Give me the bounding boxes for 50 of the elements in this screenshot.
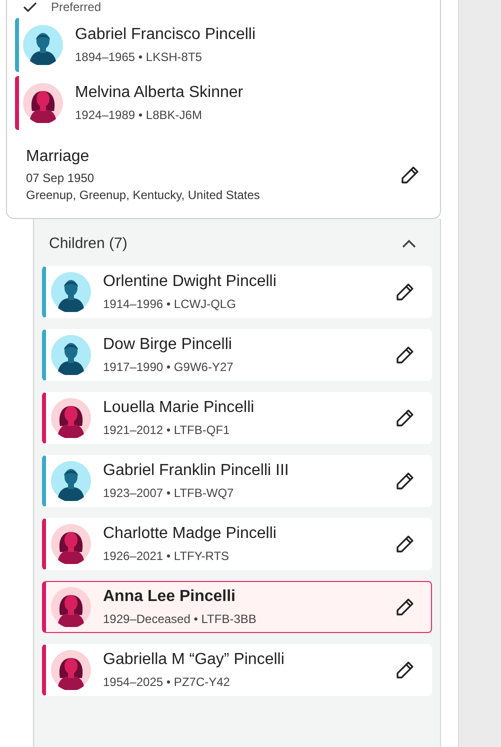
avatar-icon [51, 335, 91, 375]
pencil-icon [395, 660, 415, 680]
person-details: 1914–1996 • LCWJ-QLG [103, 297, 237, 311]
person-name: Anna Lee Pincelli [103, 588, 236, 606]
parent-row[interactable]: Gabriel Francisco Pincelli 1894–1965 • LKSH-8T5 [15, 18, 440, 72]
avatar-icon [51, 587, 91, 627]
avatar-icon [51, 524, 91, 564]
child-row[interactable]: Charlotte Madge Pincelli 1926–2021 • LTFY-RTS [42, 518, 432, 570]
person-name: Louella Marie Pincelli [103, 399, 256, 417]
person-details: 1924–1989 • L8BK-J6M [75, 108, 203, 122]
marriage-date: 07 Sep 1950 [26, 171, 96, 185]
pencil-icon [395, 597, 415, 617]
avatar-icon [51, 398, 91, 438]
person-details: 1923–2007 • LTFB-WQ7 [103, 486, 235, 500]
avatar-icon [23, 25, 63, 65]
person-details: 1917–1990 • G9W6-Y27 [103, 360, 234, 374]
person-name: Melvina Alberta Skinner [75, 84, 244, 102]
child-row[interactable]: Gabriel Franklin Pincelli III 1923–2007 • LTFB-WQ7 [42, 455, 432, 507]
child-row[interactable]: Louella Marie Pincelli 1921–2012 • LTFB-QF1 [42, 392, 432, 444]
child-row[interactable]: Dow Birge Pincelli 1917–1990 • G9W6-Y27 [42, 329, 432, 381]
preferred-label: Preferred [51, 0, 102, 14]
person-name: Gabriel Franklin Pincelli III [103, 462, 290, 480]
person-details: 1926–2021 • LTFY-RTS [103, 549, 230, 563]
parent-row[interactable]: Melvina Alberta Skinner 1924–1989 • L8BK-J6M [15, 76, 440, 130]
children-header[interactable]: Children (7) [42, 219, 432, 266]
person-name: Gabriella M “Gay” Pincelli [103, 651, 286, 669]
pencil-icon [400, 165, 420, 185]
avatar-icon [51, 272, 91, 312]
pencil-icon [395, 471, 415, 491]
avatar-icon [51, 650, 91, 690]
person-details: 1929–Deceased • LTFB-3BB [103, 612, 258, 626]
person-name: Dow Birge Pincelli [103, 336, 233, 354]
avatar-icon [51, 461, 91, 501]
child-row[interactable]: Orlentine Dwight Pincelli 1914–1996 • LCWJ-QLG [42, 266, 432, 318]
pencil-icon [395, 534, 415, 554]
pencil-icon [395, 408, 415, 428]
person-name: Orlentine Dwight Pincelli [103, 273, 278, 291]
pencil-icon [395, 282, 415, 302]
avatar-icon [23, 83, 63, 123]
children-title: Children (7) [49, 235, 128, 252]
pencil-icon [395, 345, 415, 365]
child-row[interactable]: Gabriella M “Gay” Pincelli 1954–2025 • PZ7C-Y42 [42, 644, 432, 696]
child-row[interactable]: Anna Lee Pincelli 1929–Deceased • LTFB-3BB [42, 581, 432, 633]
marriage-place: Greenup, Greenup, Kentucky, United States [26, 188, 260, 202]
person-name: Gabriel Francisco Pincelli [75, 26, 256, 44]
marriage-title: Marriage [26, 148, 90, 166]
person-details: 1921–2012 • LTFB-QF1 [103, 423, 231, 437]
person-details: 1894–1965 • LKSH-8T5 [75, 50, 203, 64]
person-name: Charlotte Madge Pincelli [103, 525, 278, 543]
person-details: 1954–2025 • PZ7C-Y42 [103, 675, 231, 689]
